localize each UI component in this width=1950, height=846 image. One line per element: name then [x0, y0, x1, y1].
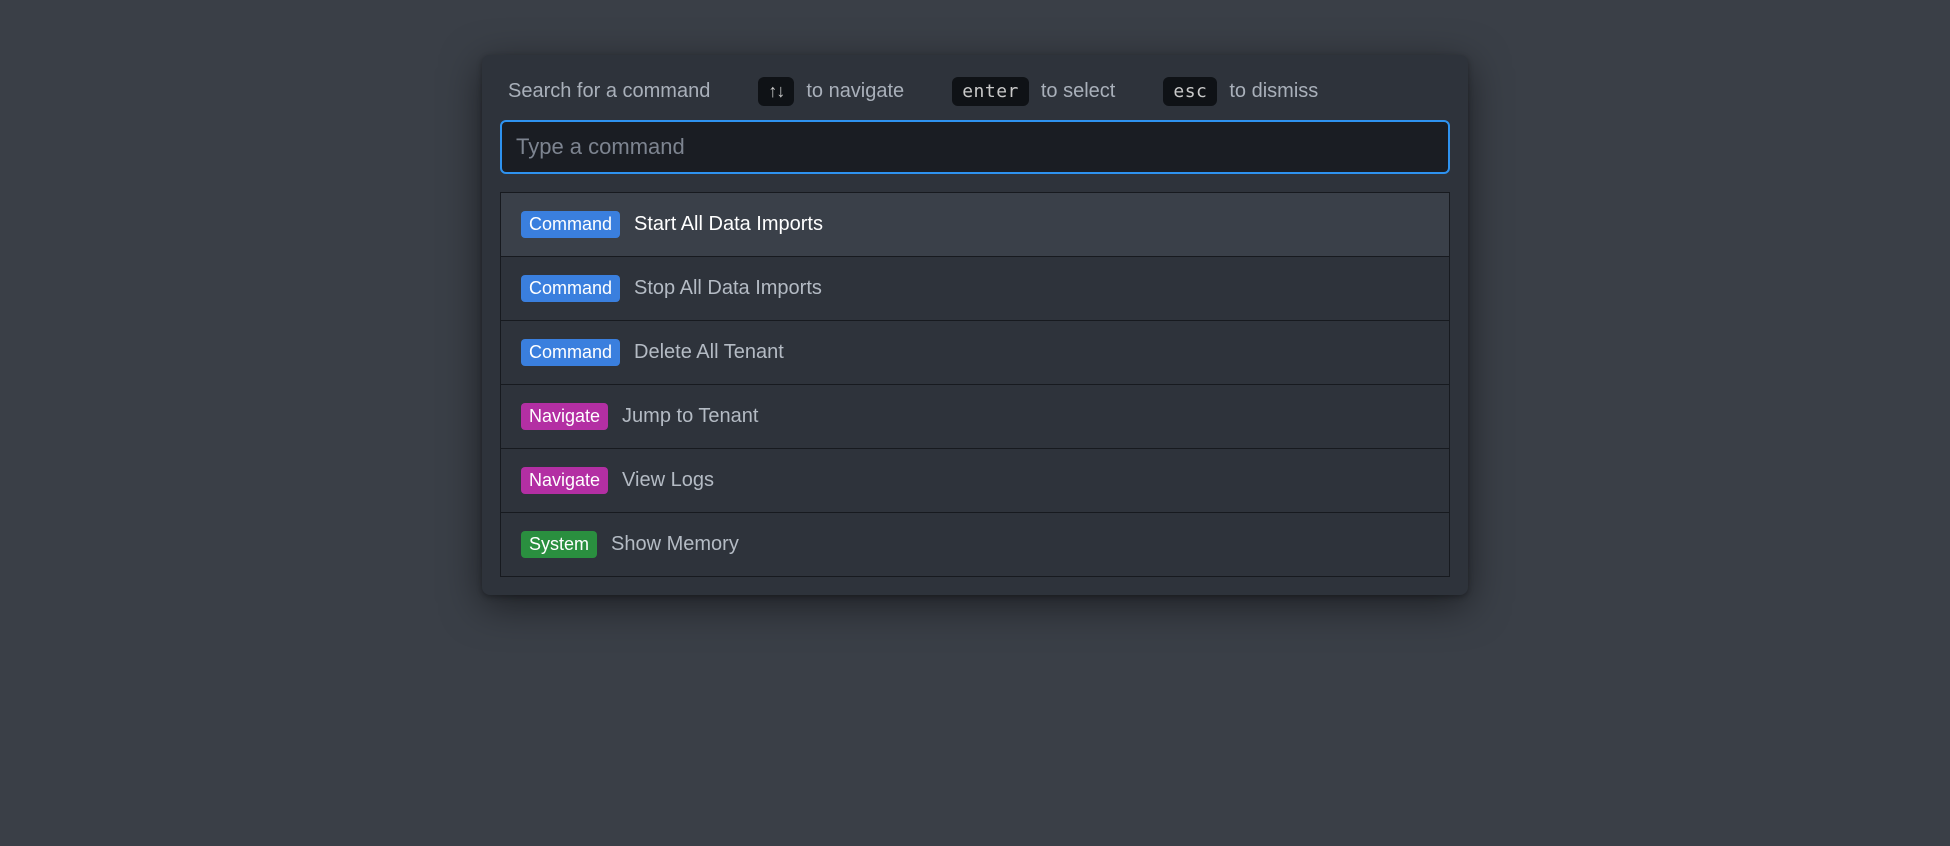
- item-badge: Command: [521, 211, 620, 238]
- item-label: Jump to Tenant: [622, 405, 758, 428]
- enter-key-icon: enter: [952, 77, 1029, 106]
- command-list: Command Start All Data Imports Command Stop…: [500, 192, 1450, 577]
- palette-title: Search for a command: [508, 80, 710, 103]
- item-label: Show Memory: [611, 533, 739, 556]
- item-label: Stop All Data Imports: [634, 277, 822, 300]
- palette-header: Search for a command ↑↓ to navigate ente…: [500, 73, 1450, 120]
- hint-select: to select: [1041, 80, 1115, 103]
- command-item[interactable]: Command Start All Data Imports: [501, 193, 1449, 257]
- arrows-key-icon: ↑↓: [758, 77, 794, 106]
- command-item[interactable]: Command Stop All Data Imports: [501, 257, 1449, 321]
- hint-navigate: to navigate: [806, 80, 904, 103]
- command-palette: Search for a command ↑↓ to navigate ente…: [482, 55, 1468, 595]
- command-item[interactable]: System Show Memory: [501, 513, 1449, 576]
- hint-dismiss: to dismiss: [1229, 80, 1318, 103]
- command-item[interactable]: Navigate View Logs: [501, 449, 1449, 513]
- item-label: Delete All Tenant: [634, 341, 784, 364]
- item-badge: Command: [521, 339, 620, 366]
- command-item[interactable]: Navigate Jump to Tenant: [501, 385, 1449, 449]
- item-label: View Logs: [622, 469, 714, 492]
- item-label: Start All Data Imports: [634, 213, 823, 236]
- item-badge: Command: [521, 275, 620, 302]
- item-badge: Navigate: [521, 467, 608, 494]
- item-badge: Navigate: [521, 403, 608, 430]
- command-item[interactable]: Command Delete All Tenant: [501, 321, 1449, 385]
- command-search-input[interactable]: [500, 120, 1450, 174]
- esc-key-icon: esc: [1163, 77, 1217, 106]
- item-badge: System: [521, 531, 597, 558]
